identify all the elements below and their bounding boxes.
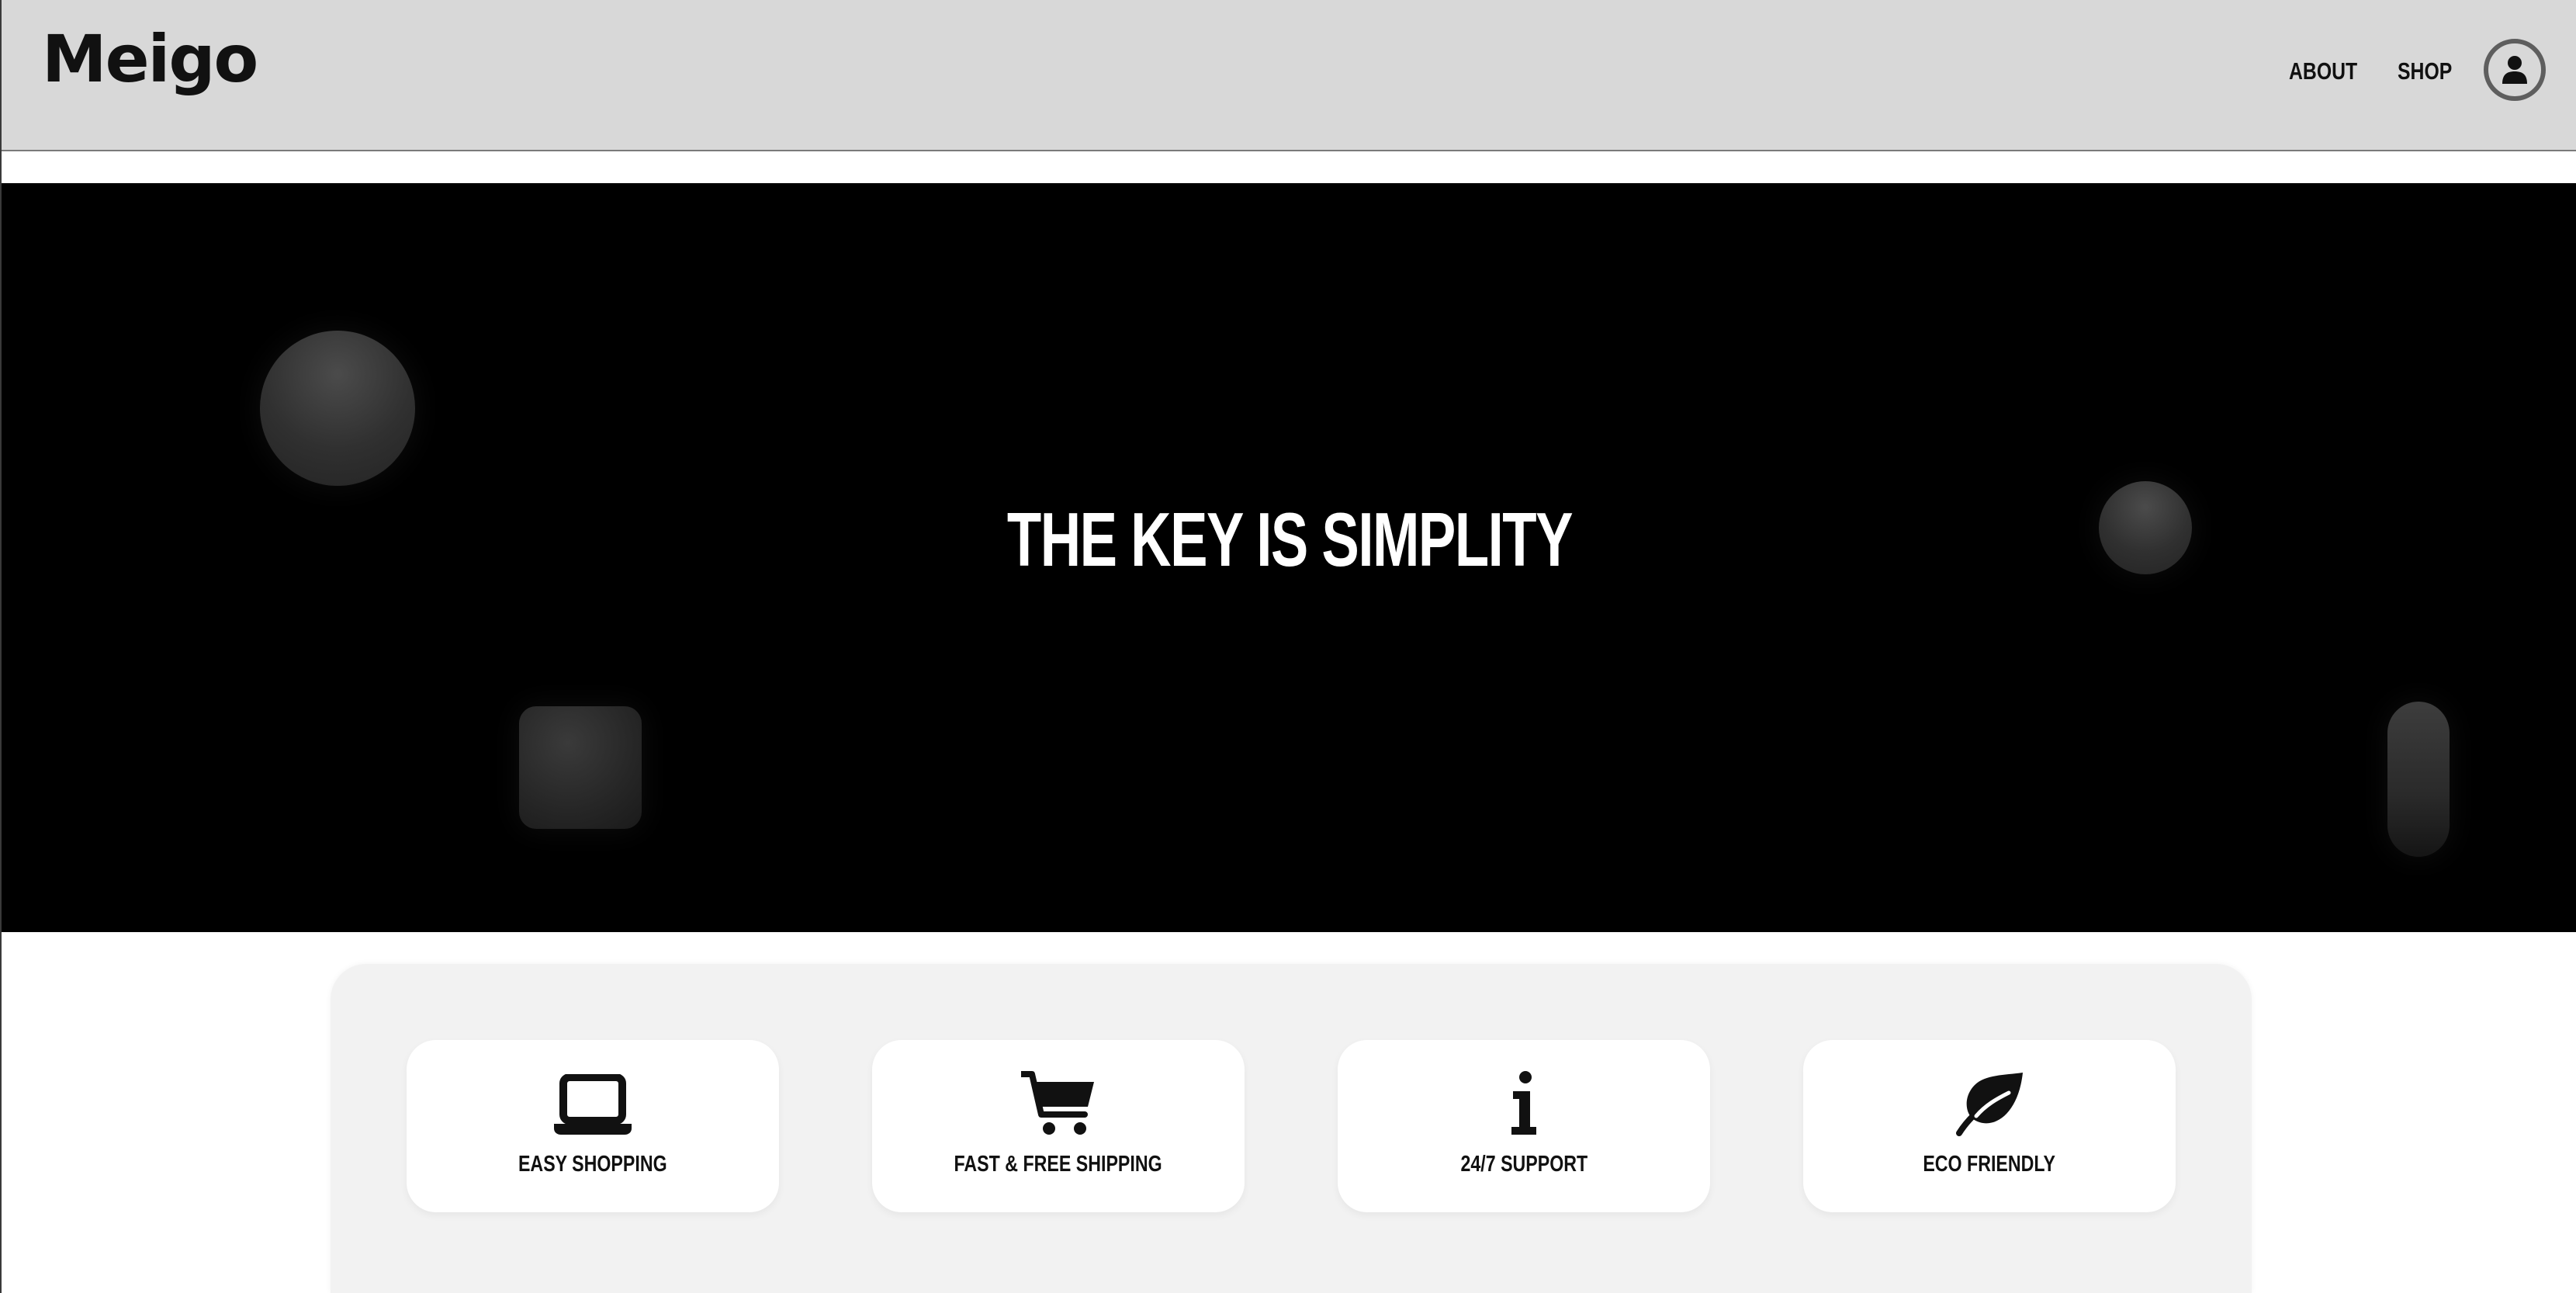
hero-title: THE KEY IS SIMPLITY: [2, 501, 2576, 577]
feature-card-eco-friendly[interactable]: ECO FRIENDLY: [1803, 1040, 2176, 1212]
hero-title-text: THE KEY IS SIMPLITY: [1006, 497, 1574, 582]
decorative-sphere-large: [260, 331, 415, 486]
nav-about-link[interactable]: ABOUT: [2289, 59, 2357, 83]
decorative-capsule: [2387, 702, 2450, 857]
feature-label: EASY SHOPPING: [518, 1152, 667, 1177]
account-button[interactable]: [2484, 39, 2546, 101]
feature-label: ECO FRIENDLY: [1923, 1152, 2056, 1177]
logo[interactable]: Meigo: [42, 26, 258, 92]
feature-card-fast-free-shipping[interactable]: FAST & FREE SHIPPING: [872, 1040, 1245, 1212]
cart-icon: [1021, 1071, 1094, 1135]
page: Meigo ABOUT SHOP THE KEY IS SIMPLITY EAS…: [0, 0, 2576, 1293]
user-icon: [2502, 56, 2527, 84]
hero-banner: THE KEY IS SIMPLITY: [2, 183, 2576, 932]
decorative-cube: [519, 706, 642, 829]
site-header: Meigo ABOUT SHOP: [2, 0, 2576, 151]
laptop-icon: [554, 1074, 632, 1135]
info-icon: [1511, 1071, 1536, 1135]
feature-card-support[interactable]: 24/7 SUPPORT: [1338, 1040, 1710, 1212]
leaf-icon: [1956, 1073, 2023, 1136]
feature-card-easy-shopping[interactable]: EASY SHOPPING: [407, 1040, 779, 1212]
feature-label: 24/7 SUPPORT: [1460, 1152, 1587, 1177]
features-panel: EASY SHOPPING FAST & FREE SHIPPING 24/7 …: [331, 964, 2252, 1293]
nav-shop-link[interactable]: SHOP: [2398, 59, 2452, 83]
feature-label: FAST & FREE SHIPPING: [954, 1152, 1163, 1177]
